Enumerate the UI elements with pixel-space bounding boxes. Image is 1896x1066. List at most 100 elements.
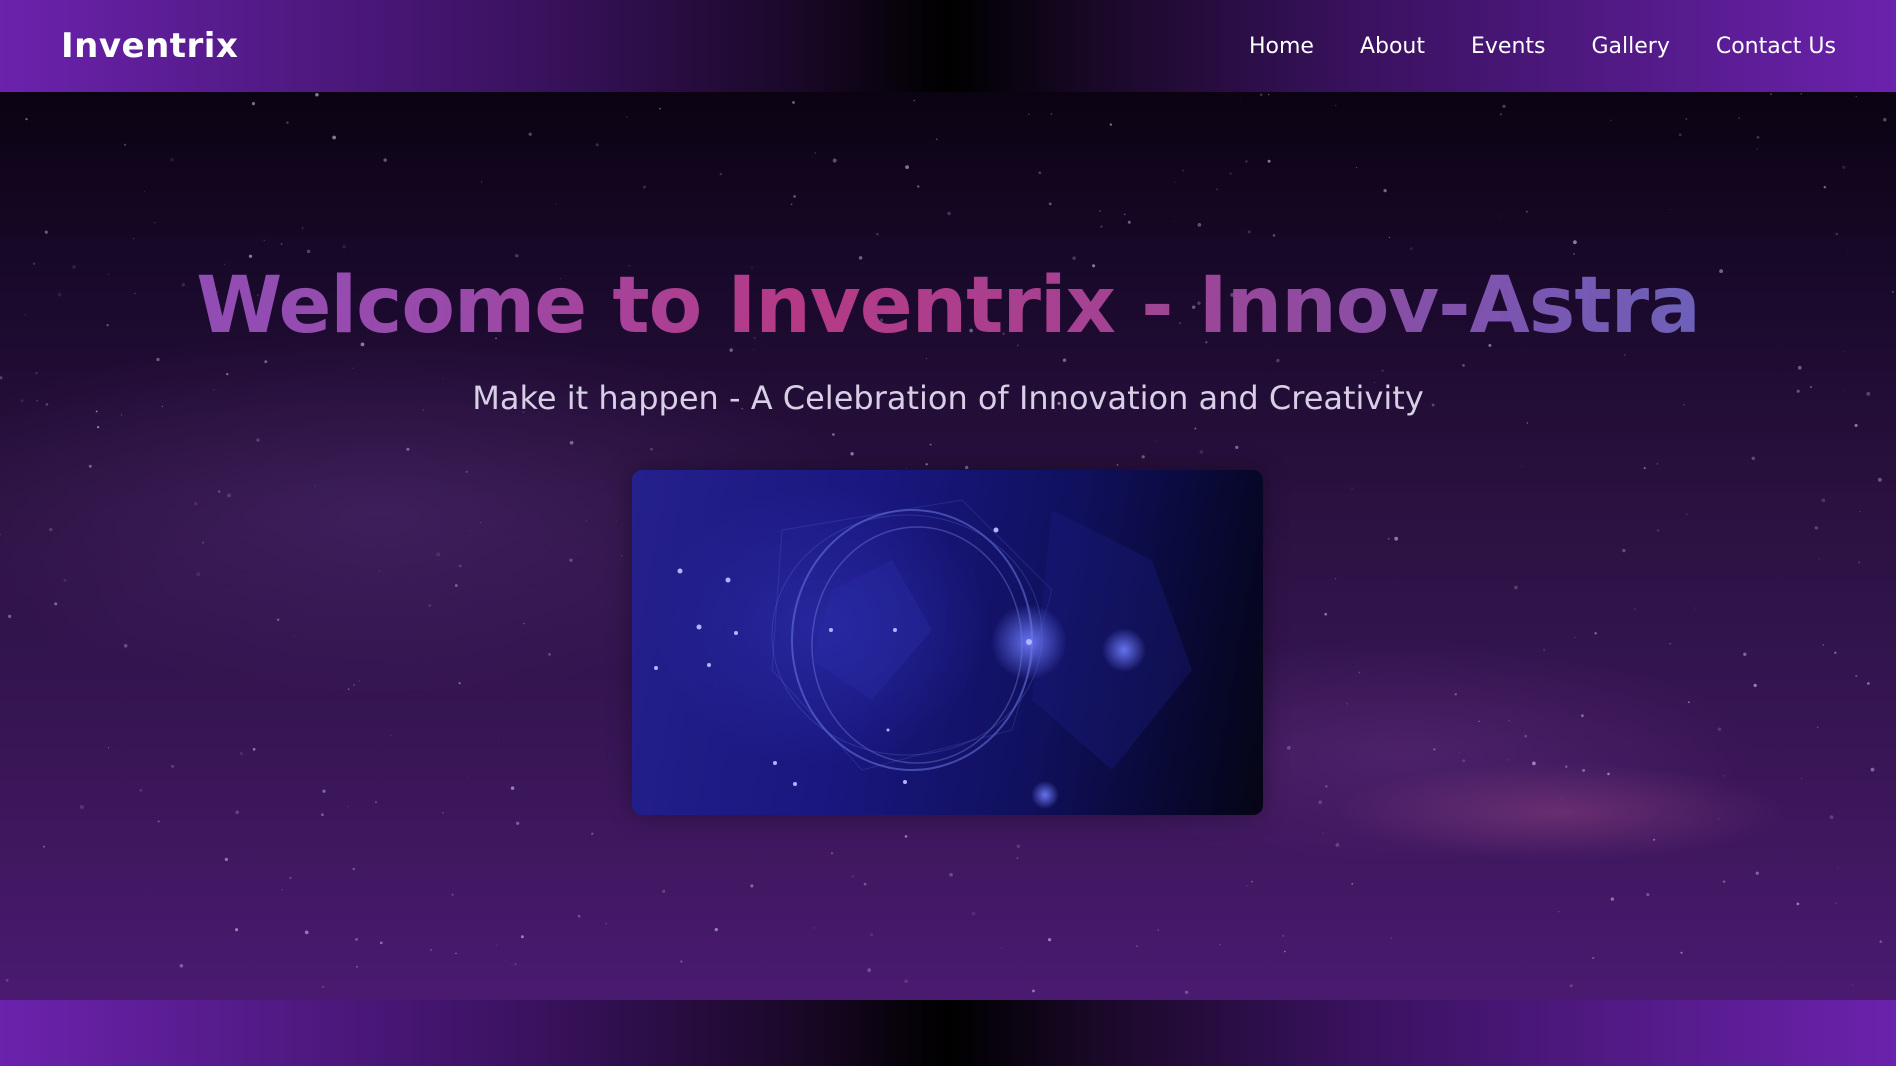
star	[1127, 220, 1131, 224]
nav-link-home[interactable]: Home	[1249, 34, 1314, 59]
nav-link-contact-us[interactable]: Contact Us	[1716, 34, 1836, 59]
star	[1883, 118, 1887, 122]
star	[1542, 648, 1546, 652]
star	[154, 221, 156, 224]
star	[0, 533, 2, 536]
hero-subtitle: Make it happen - A Celebration of Innova…	[472, 379, 1424, 417]
star	[569, 440, 574, 445]
star	[436, 552, 441, 557]
star	[1038, 171, 1042, 175]
nav-link-events[interactable]: Events	[1471, 34, 1546, 59]
star	[569, 558, 573, 562]
star	[1756, 148, 1758, 150]
star	[1816, 726, 1819, 729]
star	[1335, 578, 1337, 580]
star	[1854, 423, 1858, 427]
star	[1722, 880, 1726, 883]
brand-logo[interactable]: Inventrix	[61, 26, 238, 66]
star	[851, 875, 855, 878]
star	[1823, 186, 1826, 189]
star	[481, 181, 483, 183]
star	[321, 985, 325, 989]
star	[1594, 632, 1597, 635]
star	[88, 464, 92, 468]
star	[714, 927, 718, 932]
star	[870, 933, 874, 937]
star	[1050, 112, 1053, 115]
star	[971, 911, 976, 916]
star	[621, 554, 623, 556]
star	[315, 92, 319, 97]
star	[1829, 815, 1834, 820]
star	[876, 233, 879, 236]
star	[378, 570, 381, 572]
star	[1099, 209, 1101, 212]
star	[1607, 772, 1610, 776]
star	[1561, 797, 1563, 799]
star	[1622, 548, 1626, 553]
star	[314, 485, 316, 487]
star	[469, 529, 471, 532]
star	[615, 519, 618, 521]
star	[1573, 253, 1576, 255]
star	[1260, 93, 1263, 96]
star	[1032, 989, 1035, 993]
star	[1797, 365, 1802, 370]
star	[322, 789, 326, 793]
nav-link-gallery[interactable]: Gallery	[1591, 34, 1669, 59]
star	[1433, 748, 1436, 751]
star	[63, 578, 67, 582]
star	[595, 143, 599, 147]
star	[1245, 884, 1248, 887]
star	[832, 158, 837, 163]
star	[850, 452, 854, 456]
star	[1272, 234, 1276, 237]
star	[347, 688, 350, 690]
star	[516, 821, 520, 825]
star	[139, 788, 143, 792]
star	[1800, 778, 1803, 780]
star	[659, 107, 661, 110]
star	[353, 684, 355, 686]
star	[1837, 867, 1839, 869]
star	[1855, 96, 1857, 98]
star	[1525, 210, 1528, 213]
star	[1834, 651, 1837, 654]
star	[1524, 734, 1528, 738]
star	[1000, 947, 1002, 949]
star	[750, 884, 754, 888]
star	[1717, 818, 1719, 820]
star	[1322, 832, 1324, 834]
star	[1508, 759, 1510, 761]
star	[467, 776, 469, 778]
star	[227, 493, 231, 498]
star	[1358, 671, 1361, 674]
star	[1818, 558, 1820, 560]
star	[1680, 951, 1683, 954]
star	[1240, 98, 1242, 100]
star	[1669, 208, 1671, 210]
star	[321, 813, 324, 817]
star	[1646, 893, 1650, 897]
star	[156, 357, 160, 362]
star	[1685, 513, 1688, 516]
nav-link-about[interactable]: About	[1360, 34, 1425, 59]
footer-bar	[0, 1000, 1896, 1066]
star	[1478, 720, 1480, 723]
star	[1656, 529, 1660, 532]
star	[498, 737, 499, 738]
star	[319, 125, 321, 127]
star	[1756, 136, 1760, 139]
star	[389, 734, 392, 737]
star	[1755, 871, 1759, 875]
star	[1123, 213, 1126, 216]
star	[1141, 455, 1145, 459]
star	[496, 944, 498, 946]
star	[1558, 911, 1560, 913]
star	[680, 960, 683, 963]
star	[832, 433, 835, 436]
star	[1335, 842, 1340, 847]
star	[1867, 682, 1870, 685]
star	[1016, 857, 1019, 859]
star	[280, 243, 283, 245]
